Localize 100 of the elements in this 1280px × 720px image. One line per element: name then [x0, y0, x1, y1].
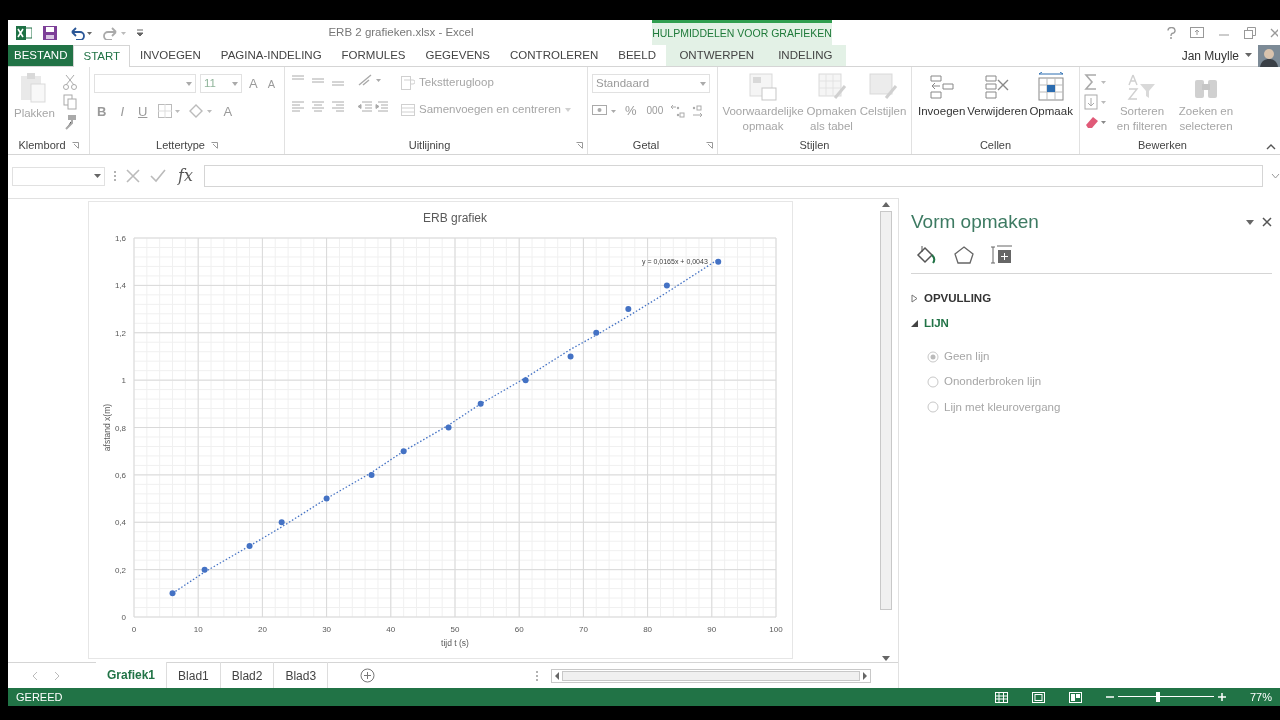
close-icon[interactable]: [1262, 217, 1272, 228]
sheet-tab[interactable]: Grafiek1: [96, 661, 168, 690]
next-sheet-icon[interactable]: [54, 671, 60, 680]
data-point: [625, 306, 632, 313]
size-properties-icon[interactable]: [991, 244, 1013, 265]
caret-icon[interactable]: [1245, 53, 1252, 58]
panel-options-icon[interactable]: [1246, 219, 1254, 225]
increase-font-size-button[interactable]: A: [246, 74, 261, 94]
insert-function-button[interactable]: fx: [175, 164, 196, 188]
fill-color-icon[interactable]: [188, 104, 213, 119]
enter-icon[interactable]: [149, 168, 167, 184]
tick-label: 0: [131, 625, 137, 634]
dialog-launcher-icon[interactable]: [71, 141, 79, 149]
ribbon-tab[interactable]: START: [73, 45, 131, 67]
percent-button[interactable]: %: [622, 101, 640, 121]
tick-label: 10: [193, 625, 203, 634]
dialog-launcher-icon[interactable]: [706, 141, 713, 149]
customize-toolbar-icon[interactable]: [136, 27, 144, 38]
user-name[interactable]: Jan Muylle: [1181, 46, 1239, 65]
tick-label: 60: [514, 625, 524, 634]
cell-styles-icon: [868, 72, 898, 102]
avatar-icon[interactable]: [1258, 44, 1280, 67]
vertical-align-icon[interactable]: [289, 74, 347, 86]
zoom-in-icon[interactable]: [1217, 693, 1226, 701]
save-icon[interactable]: [42, 24, 58, 41]
splitter-icon[interactable]: [535, 669, 540, 682]
fill-icon[interactable]: [1084, 94, 1108, 110]
page-break-preview-icon[interactable]: [1068, 691, 1082, 703]
tick-label: 0,2: [114, 565, 126, 575]
increase-decimal-icon[interactable]: [670, 103, 687, 118]
delete-cells-button[interactable]: Verwijderen: [967, 70, 1028, 136]
zoom-slider[interactable]: [1117, 692, 1214, 702]
data-point: [477, 400, 484, 407]
thousands-separator-button[interactable]: 000: [643, 103, 667, 119]
normal-view-icon[interactable]: [994, 691, 1008, 703]
accounting-format-icon[interactable]: [592, 103, 618, 118]
font-color-button[interactable]: A: [220, 101, 236, 121]
cancel-icon[interactable]: [125, 168, 141, 184]
format-cells-button[interactable]: Opmaak: [1027, 70, 1075, 136]
eraser-icon[interactable]: [1084, 114, 1108, 130]
dialog-launcher-icon[interactable]: [210, 141, 218, 149]
underline-button[interactable]: U: [135, 101, 151, 121]
collapse-ribbon-icon[interactable]: [1266, 143, 1276, 150]
conditional-formatting-icon: [748, 72, 778, 102]
insert-cells-button[interactable]: Invoegen: [916, 70, 968, 136]
formula-input[interactable]: [203, 165, 1263, 187]
help-icon[interactable]: [1167, 26, 1176, 39]
axis-title: tijd t (s): [441, 638, 469, 648]
ribbon-tab[interactable]: BESTAND: [8, 45, 74, 66]
data-point: [522, 377, 529, 384]
borders-icon[interactable]: [158, 104, 181, 119]
more-icon[interactable]: [113, 170, 117, 182]
undo-icon[interactable]: [68, 25, 92, 40]
restore-icon[interactable]: [1244, 26, 1256, 39]
indent-icon[interactable]: [357, 100, 391, 112]
scrollbar-thumb[interactable]: [880, 211, 892, 610]
page-layout-icon[interactable]: [1031, 691, 1045, 703]
ribbon-tab[interactable]: BEELD: [608, 45, 666, 66]
data-point: [715, 258, 722, 265]
fill-line-icon[interactable]: [915, 244, 937, 265]
data-point: [323, 495, 330, 502]
data-point: [278, 519, 285, 526]
zoom-out-icon[interactable]: [1105, 693, 1114, 701]
data-point: [567, 353, 574, 360]
ribbon-tab[interactable]: PAGINA-INDELING: [210, 45, 332, 66]
chart-title: ERB grafiek: [423, 211, 487, 225]
ribbon-tab[interactable]: INVOEGEN: [130, 45, 211, 66]
ribbon-tab[interactable]: GEGEVENS: [415, 45, 501, 66]
data-point: [169, 590, 176, 597]
data-point: [368, 471, 375, 478]
ribbon-tab[interactable]: INDELING: [768, 45, 843, 66]
section-header[interactable]: LIJN: [911, 314, 1272, 332]
scroll-down-icon[interactable]: [882, 656, 890, 662]
pentagon-icon[interactable]: [953, 244, 975, 265]
horizontal-align-icon[interactable]: [289, 100, 347, 112]
group-label: Cellen: [979, 137, 1012, 153]
ribbon-tab[interactable]: CONTROLEREN: [500, 45, 609, 66]
new-sheet-icon[interactable]: [360, 668, 376, 683]
number-format-dropdown[interactable]: Standaard: [592, 74, 710, 93]
scroll-up-icon[interactable]: [882, 201, 890, 207]
autosum-icon[interactable]: [1084, 74, 1108, 90]
dialog-launcher-icon[interactable]: [576, 141, 583, 149]
zoom-level[interactable]: 77%: [1249, 688, 1272, 706]
copy-icon[interactable]: [62, 94, 77, 110]
ribbon-display-options-icon[interactable]: [1190, 27, 1204, 38]
tick-label: 40: [386, 625, 396, 634]
tick-label: 0,8: [114, 423, 126, 433]
horizontal-scrollbar[interactable]: [551, 668, 872, 683]
ribbon-tab[interactable]: ONTWERPEN: [669, 45, 765, 66]
caret-icon: [94, 173, 101, 179]
previous-sheet-icon[interactable]: [32, 671, 38, 680]
group-label: Lettertype: [156, 137, 205, 153]
orientation-icon[interactable]: [357, 74, 383, 86]
expand-formula-bar-icon[interactable]: [1271, 173, 1280, 179]
italic-button[interactable]: I: [117, 101, 127, 121]
tick-label: 50: [450, 625, 460, 634]
ribbon-tab[interactable]: FORMULES: [331, 45, 416, 66]
cut-icon[interactable]: [62, 74, 77, 90]
redo-icon[interactable]: [102, 25, 126, 40]
section-header[interactable]: OPVULLING: [911, 289, 1272, 307]
